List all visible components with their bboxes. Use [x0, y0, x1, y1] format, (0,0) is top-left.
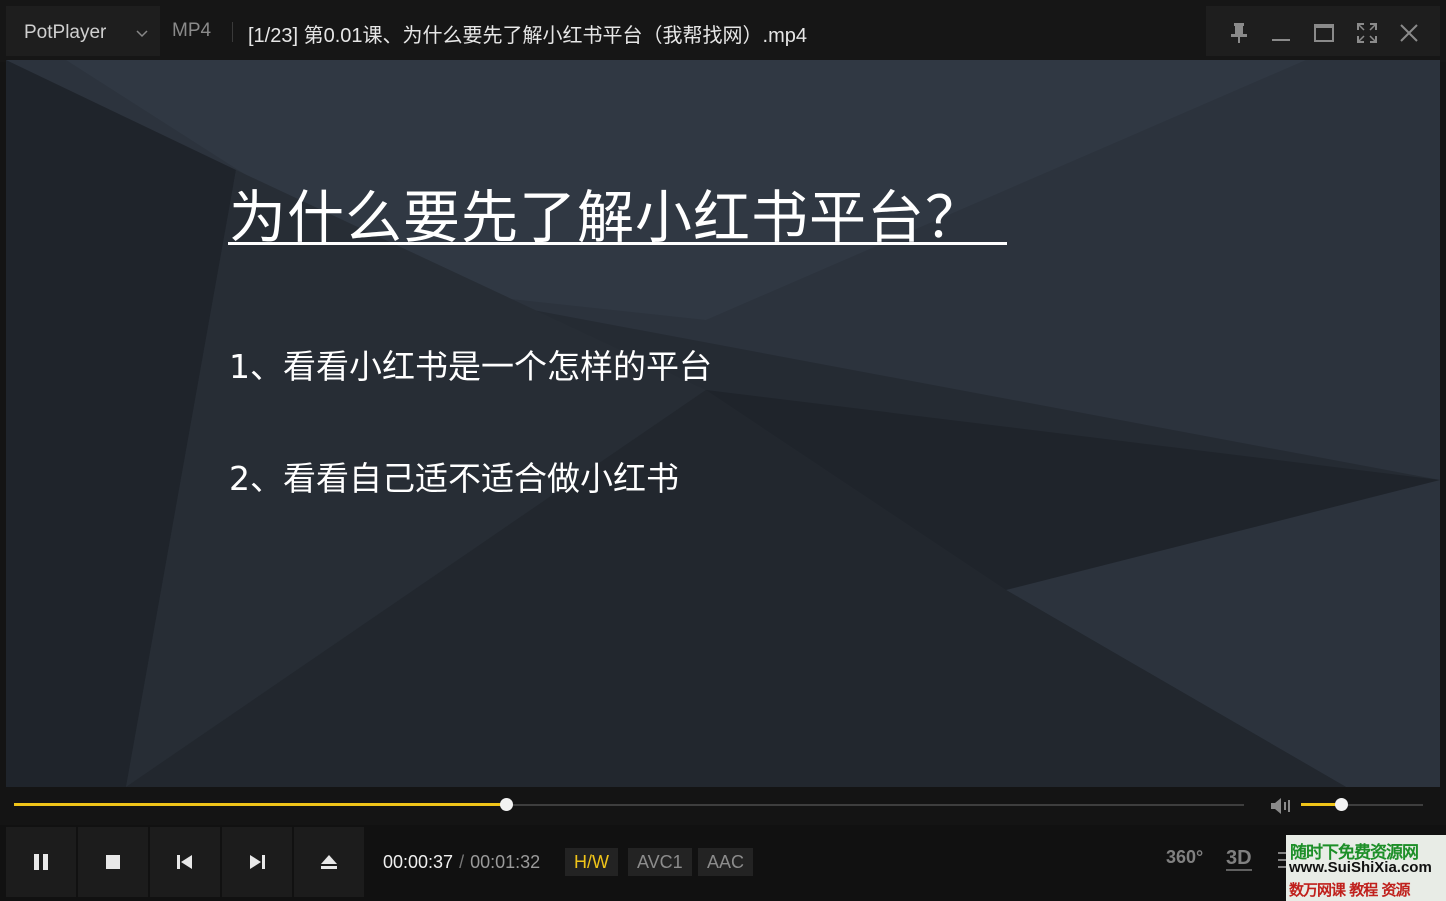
volume-handle[interactable] [1335, 798, 1349, 811]
volume-slider[interactable] [1301, 798, 1423, 811]
seek-bar-area [0, 787, 1446, 825]
minimize-icon [1272, 39, 1290, 41]
seek-handle[interactable] [500, 798, 513, 811]
video-codec-badge[interactable]: AVC1 [628, 848, 692, 876]
fullscreen-button[interactable] [1354, 20, 1380, 46]
file-title: [1/23] 第0.01课、为什么要先了解小红书平台（我帮找网）.mp4 [248, 25, 807, 47]
watermark: 随时下免费资源网 www.SuiShiXia.com 数万网课 教程 资源 [1286, 835, 1446, 901]
next-icon [250, 855, 265, 869]
pause-icon [34, 854, 48, 870]
maximize-button[interactable] [1311, 20, 1337, 46]
format-label: MP4 [172, 20, 212, 41]
video-viewport[interactable]: 为什么要先了解小红书平台？ 1、看看小红书是一个怎样的平台 2、看看自己适不适合… [6, 60, 1440, 787]
total-duration: 00:01:32 [470, 852, 541, 872]
chevron-down-icon [136, 30, 148, 38]
eject-icon [321, 855, 337, 869]
next-button[interactable] [222, 827, 292, 897]
previous-icon [177, 855, 192, 869]
previous-button[interactable] [150, 827, 220, 897]
slide-bullet: 2、看看自己适不适合做小红书 [229, 459, 679, 498]
close-button[interactable] [1396, 20, 1422, 46]
slide-bullet: 1、看看小红书是一个怎样的平台 [229, 347, 712, 386]
control-bar: 00:00:37/00:01:32 H/W AVC1 AAC 360° 3D [0, 825, 1446, 901]
time-display[interactable]: 00:00:37/00:01:32 [383, 852, 540, 873]
window-controls [1206, 6, 1440, 56]
watermark-line: 数万网课 教程 资源 [1289, 881, 1410, 899]
fullscreen-icon [1357, 23, 1377, 43]
eject-button[interactable] [294, 827, 364, 897]
slide-background [6, 60, 1440, 787]
title-underline [228, 242, 1007, 245]
vr-360-button[interactable]: 360° [1166, 847, 1203, 868]
maximize-icon [1314, 24, 1334, 42]
minimize-button[interactable] [1268, 20, 1294, 46]
pin-icon [1231, 23, 1247, 43]
title-bar: PotPlayer MP4 [1/23] 第0.01课、为什么要先了解小红书平台… [0, 0, 1446, 62]
audio-codec-badge[interactable]: AAC [698, 848, 754, 876]
app-menu-button[interactable]: PotPlayer [6, 6, 160, 56]
current-time: 00:00:37 [383, 852, 454, 872]
app-logo: PotPlayer [24, 22, 107, 43]
seek-progress [14, 803, 506, 806]
time-separator: / [459, 852, 465, 872]
volume-icon[interactable] [1269, 796, 1293, 816]
seek-bar[interactable] [14, 798, 1244, 811]
divider [232, 22, 233, 42]
3d-button[interactable]: 3D [1226, 847, 1252, 871]
pause-button[interactable] [6, 827, 76, 897]
stop-button[interactable] [78, 827, 148, 897]
hw-decode-badge[interactable]: H/W [565, 848, 618, 876]
close-icon [1400, 24, 1418, 42]
pin-button[interactable] [1226, 20, 1252, 46]
stop-icon [106, 855, 120, 869]
watermark-url: www.SuiShiXia.com [1289, 859, 1432, 876]
